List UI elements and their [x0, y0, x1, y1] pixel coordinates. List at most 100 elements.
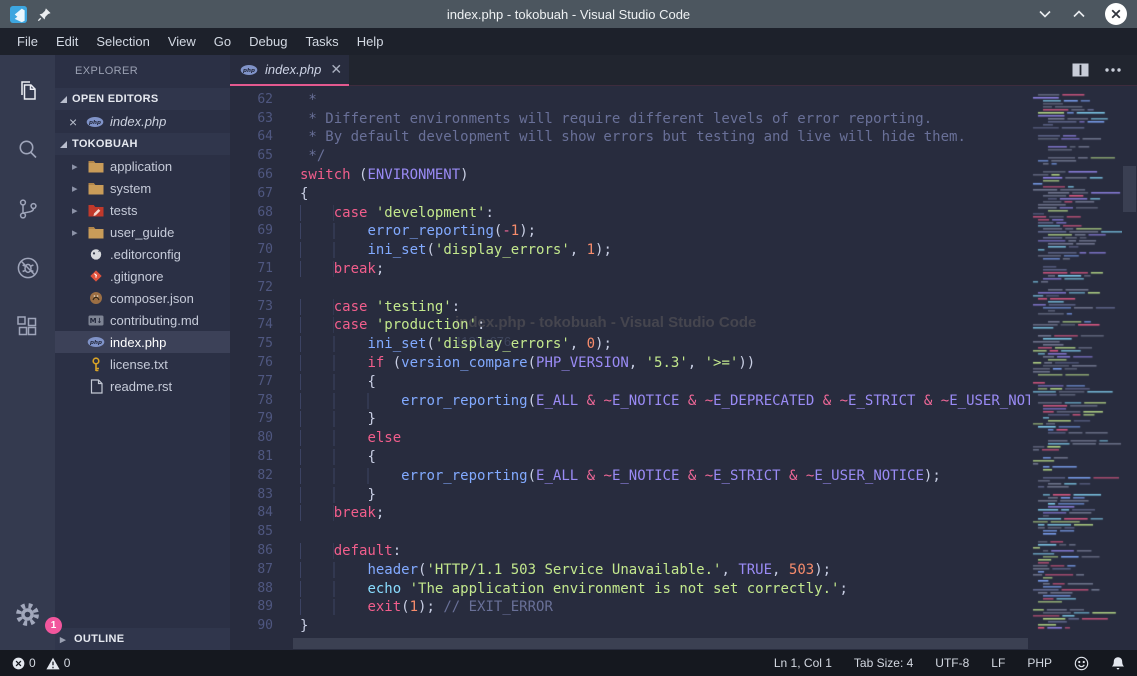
code-line-84[interactable]: 84 break; [230, 504, 1030, 523]
tree-item-readme-rst[interactable]: readme.rst [55, 375, 230, 397]
debug-disabled-icon[interactable] [0, 238, 55, 297]
tree-item-user-guide[interactable]: ▸user_guide [55, 221, 230, 243]
tree-item--editorconfig[interactable]: .editorconfig [55, 243, 230, 265]
tree-item-contributing-md[interactable]: M↓contributing.md [55, 309, 230, 331]
editor-body: 61 *62 *63 * Different environments will… [230, 86, 1137, 650]
code-area[interactable]: 61 *62 *63 * Different environments will… [230, 86, 1030, 650]
tree-item-application[interactable]: ▸ application [55, 155, 230, 177]
split-editor-icon[interactable] [1072, 63, 1089, 77]
tree-item-composer-json[interactable]: composer.json [55, 287, 230, 309]
code-line-75[interactable]: 75 ini_set('display_errors', 0); [230, 335, 1030, 354]
close-icon[interactable] [1105, 3, 1127, 25]
extensions-icon[interactable] [0, 297, 55, 356]
search-icon[interactable] [0, 120, 55, 179]
menu-edit[interactable]: Edit [47, 28, 87, 55]
vertical-scrollbar-thumb[interactable] [1123, 166, 1136, 212]
code-line-77[interactable]: 77 { [230, 373, 1030, 392]
status-utf-8[interactable]: UTF-8 [935, 656, 969, 670]
tree-item-license-txt[interactable]: license.txt [55, 353, 230, 375]
minimize-icon[interactable] [1037, 6, 1053, 22]
code-line-83[interactable]: 83 } [230, 486, 1030, 505]
status-lf[interactable]: LF [991, 656, 1005, 670]
code-line-90[interactable]: 90} [230, 617, 1030, 636]
status-ln-1-col-1[interactable]: Ln 1, Col 1 [774, 656, 832, 670]
minimap[interactable] [1030, 86, 1122, 650]
line-number: 76 [230, 354, 273, 373]
code-line-88[interactable]: 88 echo 'The application environment is … [230, 580, 1030, 599]
code-line-71[interactable]: 71 break; [230, 260, 1030, 279]
tree-item-index-php[interactable]: phpindex.php [55, 331, 230, 353]
chevron-right-icon: ▸ [72, 160, 82, 173]
code-line-78[interactable]: 78 error_reporting(E_ALL & ~E_NOTICE & ~… [230, 392, 1030, 411]
code-line-73[interactable]: 73 case 'testing': [230, 298, 1030, 317]
outline-header[interactable]: ▸ OUTLINE [55, 628, 230, 650]
menu-tasks[interactable]: Tasks [296, 28, 347, 55]
tree-item-label: .editorconfig [110, 247, 181, 262]
code-line-74[interactable]: 74 case 'production': [230, 316, 1030, 335]
composer-icon [87, 291, 105, 305]
menu-view[interactable]: View [159, 28, 205, 55]
tree-item-label: application [110, 159, 172, 174]
line-number: 90 [230, 617, 273, 636]
smiley-icon[interactable] [1074, 656, 1089, 671]
vscode-logo-icon [10, 6, 27, 23]
tree-item-label: composer.json [110, 291, 194, 306]
project-root-header[interactable]: TOKOBUAH [55, 133, 230, 155]
source-control-icon[interactable] [0, 179, 55, 238]
code-line-63[interactable]: 63 * Different environments will require… [230, 110, 1030, 129]
horizontal-scrollbar-thumb[interactable] [293, 638, 1028, 649]
code-line-89[interactable]: 89 exit(1); // EXIT_ERROR [230, 598, 1030, 617]
code-line-80[interactable]: 80 else [230, 429, 1030, 448]
status-php[interactable]: PHP [1027, 656, 1052, 670]
menu-debug[interactable]: Debug [240, 28, 296, 55]
code-line-62[interactable]: 62 * [230, 91, 1030, 110]
maximize-icon[interactable] [1071, 6, 1087, 22]
code-line-85[interactable]: 85 [230, 523, 1030, 542]
code-line-65[interactable]: 65 */ [230, 147, 1030, 166]
menu-file[interactable]: File [8, 28, 47, 55]
vertical-scrollbar[interactable] [1122, 86, 1137, 650]
code-line-72[interactable]: 72 [230, 279, 1030, 298]
status-tab-size-4[interactable]: Tab Size: 4 [854, 656, 913, 670]
code-line-64[interactable]: 64 * By default development will show er… [230, 128, 1030, 147]
tree-item-label: readme.rst [110, 379, 172, 394]
code-line-81[interactable]: 81 { [230, 448, 1030, 467]
open-editors-header[interactable]: OPEN EDITORS [55, 88, 230, 110]
code-line-79[interactable]: 79 } [230, 410, 1030, 429]
menu-selection[interactable]: Selection [87, 28, 158, 55]
chevron-right-icon: ▸ [72, 204, 82, 217]
code-line-76[interactable]: 76 if (version_compare(PHP_VERSION, '5.3… [230, 354, 1030, 373]
line-number: 86 [230, 542, 273, 561]
menu-help[interactable]: Help [348, 28, 393, 55]
line-number: 73 [230, 298, 273, 317]
line-number: 81 [230, 448, 273, 467]
svg-text:php: php [242, 68, 255, 74]
code-line-82[interactable]: 82 error_reporting(E_ALL & ~E_NOTICE & ~… [230, 467, 1030, 486]
menu-go[interactable]: Go [205, 28, 240, 55]
files-icon[interactable] [0, 61, 55, 120]
activity-bar: 1 [0, 55, 55, 650]
code-line-69[interactable]: 69 error_reporting(-1); [230, 222, 1030, 241]
tree-item--gitignore[interactable]: .gitignore [55, 265, 230, 287]
more-actions-icon[interactable] [1105, 68, 1121, 72]
code-line-70[interactable]: 70 ini_set('display_errors', 1); [230, 241, 1030, 260]
tab-close-icon[interactable]: ✕ [330, 61, 342, 78]
open-editor-item-index-php[interactable]: × php index.php [55, 110, 230, 133]
line-number: 68 [230, 204, 273, 223]
tree-item-system[interactable]: ▸system [55, 177, 230, 199]
close-editor-icon[interactable]: × [69, 114, 80, 130]
problems-warnings[interactable]: 0 [46, 656, 71, 670]
tree-item-tests[interactable]: ▸tests [55, 199, 230, 221]
bell-icon[interactable] [1111, 656, 1125, 671]
code-line-68[interactable]: 68 case 'development': [230, 204, 1030, 223]
error-icon [12, 657, 25, 670]
line-number: 79 [230, 410, 273, 429]
code-line-87[interactable]: 87 header('HTTP/1.1 503 Service Unavaila… [230, 561, 1030, 580]
problems-errors[interactable]: 0 [12, 656, 36, 670]
code-line-86[interactable]: 86 default: [230, 542, 1030, 561]
code-line-67[interactable]: 67{ [230, 185, 1030, 204]
tab-index-php[interactable]: php index.php ✕ [230, 55, 349, 86]
pin-icon[interactable] [37, 7, 52, 22]
code-line-66[interactable]: 66switch (ENVIRONMENT) [230, 166, 1030, 185]
file-tree: ▸ application ▸system▸tests▸user_guide .edi… [55, 155, 230, 397]
